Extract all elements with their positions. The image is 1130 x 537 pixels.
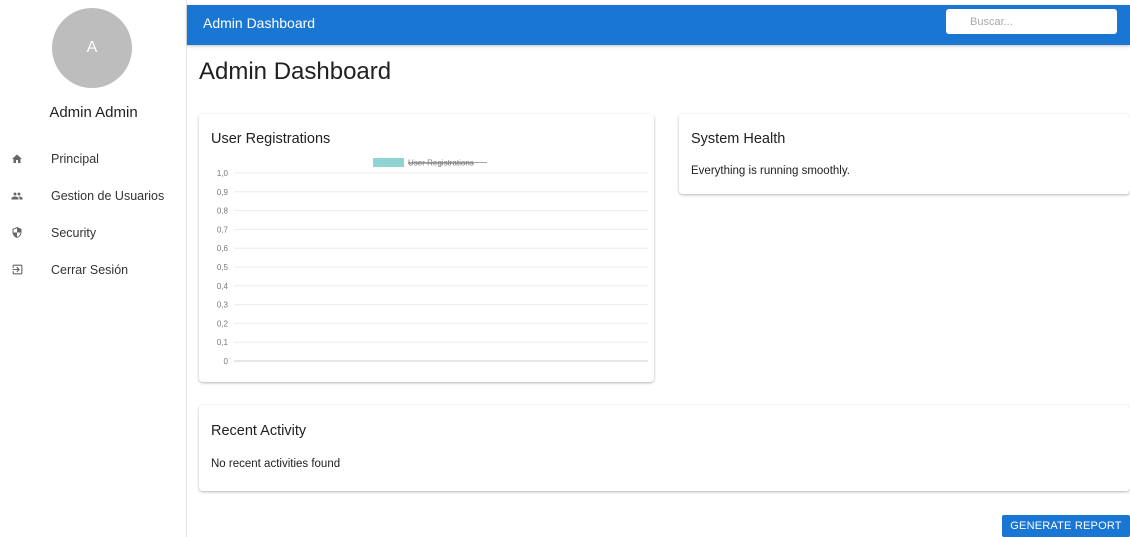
people-icon: [10, 189, 24, 203]
page-title: Admin Dashboard: [199, 58, 392, 85]
y-tick-label: 0,8: [217, 207, 229, 216]
app-bar-title: Admin Dashboard: [203, 15, 316, 31]
sidebar-item-label: Security: [51, 225, 97, 240]
system-health-card: System Health Everything is running smoo…: [679, 114, 1130, 194]
legend-swatch[interactable]: [373, 158, 404, 167]
y-tick-label: 0,4: [217, 282, 229, 291]
card-title: System Health: [691, 131, 786, 147]
sidebar: A Admin Admin Principal Gestion de Usuar…: [0, 0, 187, 537]
sidebar-item-label: Principal: [51, 151, 99, 166]
recent-activity-card: Recent Activity No recent activities fou…: [199, 405, 1130, 491]
legend-label[interactable]: User Registrations: [408, 159, 474, 168]
avatar: A: [52, 8, 132, 88]
system-health-message: Everything is running smoothly.: [691, 165, 850, 177]
sidebar-item-label: Gestion de Usuarios: [51, 188, 165, 203]
sidebar-item-gestion-usuarios[interactable]: Gestion de Usuarios: [0, 177, 187, 214]
card-title: Recent Activity: [211, 423, 307, 439]
recent-activity-message: No recent activities found: [211, 458, 341, 470]
sidebar-item-principal[interactable]: Principal: [0, 140, 187, 177]
user-registrations-card: User Registrations 1,0 0,9 0,8 0,7 0,6 0,5 0,4…: [199, 114, 654, 382]
y-tick-label: 0,9: [217, 188, 229, 197]
y-tick-label: 0,1: [217, 338, 229, 347]
y-tick-label: 1,0: [217, 169, 229, 178]
sidebar-item-label: Cerrar Sesión: [51, 262, 129, 277]
logout-icon: [10, 263, 24, 277]
home-icon: [10, 152, 24, 166]
y-tick-label: 0,7: [217, 225, 229, 234]
sidebar-item-security[interactable]: Security: [0, 214, 187, 251]
app-bar: Admin Dashboard: [187, 5, 1130, 45]
user-registrations-chart: 1,0 0,9 0,8 0,7 0,6 0,5 0,4 0,3 0,2 0,1 0 User Regi…: [217, 158, 648, 366]
sidebar-nav: Principal Gestion de Usuarios Security C…: [0, 140, 187, 288]
y-tick-label: 0,2: [217, 319, 229, 328]
user-name: Admin Admin: [49, 104, 138, 121]
generate-report-button[interactable]: GENERATE REPORT: [1002, 515, 1130, 537]
sidebar-item-cerrar-sesion[interactable]: Cerrar Sesión: [0, 251, 187, 288]
y-tick-label: 0,6: [217, 244, 229, 253]
y-tick-label: 0: [224, 357, 229, 366]
avatar-initial: A: [86, 39, 98, 56]
shield-icon: [10, 226, 24, 240]
y-tick-label: 0,3: [217, 301, 229, 310]
search-input[interactable]: [946, 9, 1117, 34]
y-tick-label: 0,5: [217, 263, 229, 272]
